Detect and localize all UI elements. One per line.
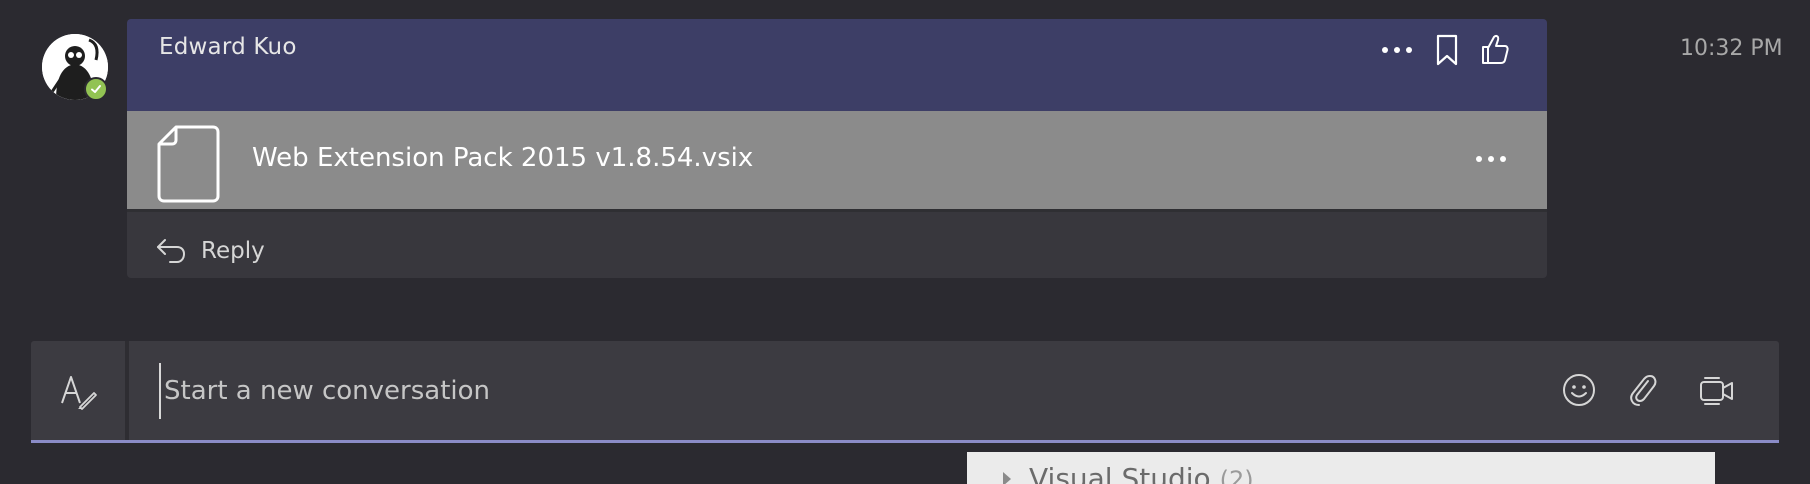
emoji-icon[interactable] [1557, 368, 1601, 412]
message-card: Edward Kuo Web Extension Pack 2015 v1.8.… [127, 19, 1547, 278]
meet-now-video-icon[interactable] [1695, 368, 1739, 412]
attachment-divider [127, 209, 1547, 212]
channel-group-count: (2) [1219, 466, 1254, 484]
more-options-icon[interactable] [1377, 30, 1417, 70]
message-timestamp: 10:32 PM [1680, 36, 1783, 61]
author-name[interactable]: Edward Kuo [159, 34, 297, 60]
file-attachment[interactable]: Web Extension Pack 2015 v1.8.54.vsix [127, 111, 1547, 209]
reply-button[interactable]: Reply [155, 231, 265, 271]
presence-available-icon [84, 77, 108, 101]
reply-label: Reply [201, 238, 265, 264]
format-button[interactable] [31, 341, 125, 440]
file-icon [156, 124, 222, 208]
reply-arrow-icon [157, 239, 186, 263]
new-conversation-input[interactable] [159, 363, 1544, 419]
channel-group-label[interactable]: Visual Studio (2) [1029, 462, 1254, 484]
like-icon[interactable] [1475, 29, 1515, 69]
channel-list-panel: Visual Studio (2) [967, 452, 1715, 484]
format-text-icon [61, 375, 97, 410]
attachment-more-options-icon[interactable] [1469, 139, 1513, 179]
bookmark-icon[interactable] [1427, 30, 1467, 70]
attach-paperclip-icon[interactable] [1621, 368, 1665, 412]
file-name[interactable]: Web Extension Pack 2015 v1.8.54.vsix [252, 143, 753, 173]
expand-caret-icon[interactable] [1003, 472, 1011, 484]
conversation-view: Visual Studio (2) Edward Kuo Web Extensi… [0, 0, 1810, 484]
channel-group-name: Visual Studio [1029, 462, 1211, 484]
compose-focus-underline [31, 440, 1779, 443]
compose-separator [125, 341, 129, 440]
compose-box [31, 341, 1779, 443]
message-header: Edward Kuo [127, 19, 1547, 111]
